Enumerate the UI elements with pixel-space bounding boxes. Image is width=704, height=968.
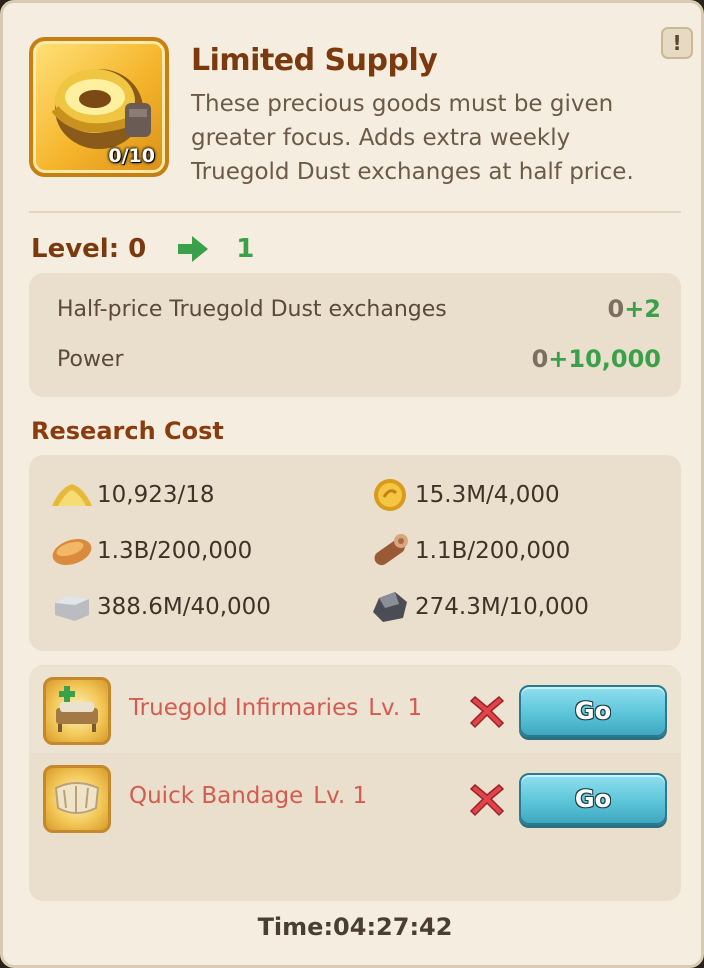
truegold-dust-icon [49,476,95,514]
cost-value: 388.6M/40,000 [97,594,271,620]
level-row: Level: 0 1 [31,231,254,267]
red-x-icon [469,783,505,817]
stat-row: Half-price Truegold Dust exchanges 0+2 [57,289,661,329]
item-description: These precious goods must be given great… [191,91,634,185]
stat-label: Half-price Truegold Dust exchanges [57,296,447,322]
stat-row: Power 0+10,000 [57,339,661,379]
next-level: 1 [236,234,255,264]
research-cost-title: Research Cost [31,417,224,445]
cost-item: 1.1B/200,000 [367,531,570,571]
exclamation-icon: ! [672,31,682,55]
requirement-label: Quick Bandage Lv. 1 [129,783,368,809]
cost-item: 10,923/18 [49,475,215,515]
item-title: Limited Supply [191,43,438,78]
cost-value: 1.1B/200,000 [415,538,571,564]
iron-ore-icon [367,588,413,626]
requirement-label: Truegold Infirmaries Lv. 1 [129,695,423,721]
infirmary-bed-icon [43,677,111,745]
current-level: Level: 0 [31,234,147,264]
cost-item: 1.3B/200,000 [49,531,252,571]
red-x-icon [469,695,505,729]
cost-item: 274.3M/10,000 [367,587,589,627]
wood-log-icon [367,532,413,570]
stone-icon [49,588,95,626]
bread-icon [49,532,95,570]
requirements-box: Truegold Infirmaries Lv. 1 Go Quick Banda… [29,665,681,901]
arrow-right-icon [178,236,209,262]
coin-icon [367,476,413,514]
cost-value: 1.3B/200,000 [97,538,253,564]
cost-value: 274.3M/10,000 [415,594,589,620]
bandage-icon [43,765,111,833]
divider [29,211,681,213]
requirement-row: Truegold Infirmaries Lv. 1 Go [29,667,681,753]
stats-box: Half-price Truegold Dust exchanges 0+2 P… [29,273,681,397]
cost-value: 15.3M/4,000 [415,482,560,508]
timer-label: Time:04:27:42 [257,913,453,941]
cost-item: 15.3M/4,000 [367,475,560,515]
stat-value: 0+2 [607,295,661,323]
item-progress-count: 0/10 [108,145,155,167]
stat-label: Power [57,346,124,372]
go-button[interactable]: Go [519,685,667,737]
requirement-row: Quick Bandage Lv. 1 Go [29,755,681,841]
go-button[interactable]: Go [519,773,667,825]
research-detail-panel: 0/10 Limited Supply These precious goods… [0,0,704,968]
info-button[interactable]: ! [661,27,693,59]
stat-value: 0+10,000 [531,345,661,373]
research-cost-box: 10,923/18 15.3M/4,000 1.3B/200,000 1.1B/… [29,455,681,651]
item-icon-frame: 0/10 [29,37,169,177]
cost-value: 10,923/18 [97,482,215,508]
cost-item: 388.6M/40,000 [49,587,271,627]
item-header: 0/10 Limited Supply These precious goods… [29,37,679,187]
